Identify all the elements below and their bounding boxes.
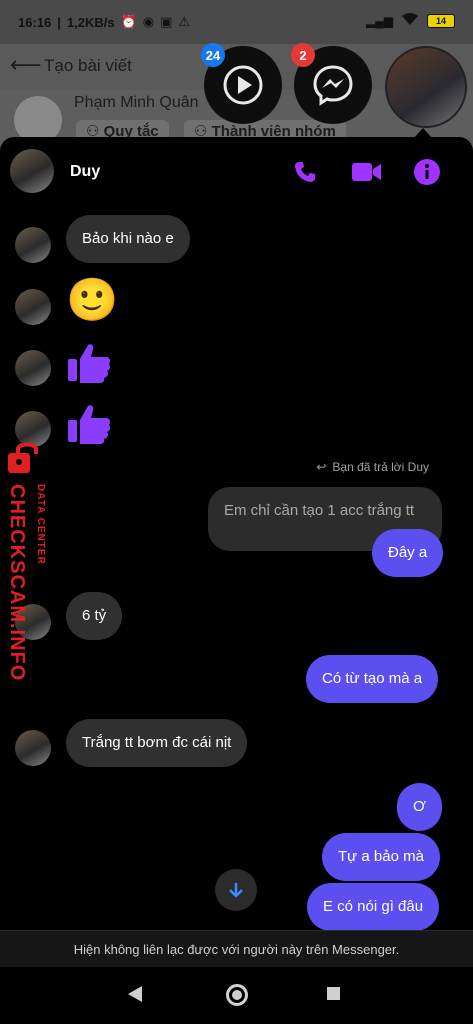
messenger-icon: [313, 65, 353, 106]
reply-note-text: Bạn đã trả lời Duy: [332, 460, 429, 474]
notification-badge: 2: [291, 43, 315, 67]
thumbs-up-icon[interactable]: [66, 400, 112, 451]
contact-avatar[interactable]: [10, 149, 54, 193]
reply-indicator: ↩ Bạn đã trả lời Duy: [316, 460, 429, 474]
contact-avatar: [15, 289, 51, 325]
message-bubble-outgoing[interactable]: E có nói gì đâu: [307, 883, 440, 931]
message-bubble-outgoing[interactable]: Có từ tạo mà a: [306, 655, 439, 703]
mi-icon: ▣: [160, 14, 173, 29]
watermark: CHECKSCAM.INFO DATA CENTER: [2, 440, 52, 681]
reply-icon: ↩: [316, 460, 327, 474]
arrow-left-icon[interactable]: ⟵: [10, 52, 42, 78]
messenger-chat-head[interactable]: 2: [291, 43, 372, 124]
message-bubble-outgoing[interactable]: Đây a: [372, 529, 444, 577]
wifi-icon: [401, 12, 419, 29]
navigation-bar: [0, 967, 473, 1024]
contact-avatar: [15, 730, 51, 766]
status-left: 16:16 | 1,2KB/s ⏰ ◉ ▣ ⚠: [18, 14, 191, 30]
warning-icon: ⚠: [178, 14, 191, 29]
chat-panel: Duy Bảo khi nào e 🙂 ↩ Bạn đã trả lời Duy…: [0, 137, 473, 967]
contact-name[interactable]: Duy: [70, 163, 100, 181]
arrow-down-icon: [229, 883, 243, 898]
video-camera-icon[interactable]: [352, 157, 382, 187]
watermark-subtitle: DATA CENTER: [35, 484, 46, 565]
page-title: Tạo bài viết: [44, 56, 132, 75]
contact-avatar: [15, 227, 51, 263]
play-icon: [223, 65, 263, 105]
unreachable-notice: Hiện không liên lạc được với người này t…: [0, 930, 473, 968]
alarm-icon: ⏰: [120, 14, 137, 29]
status-time: 16:16: [18, 14, 52, 30]
watermark-brand: CHECKSCAM.INFO: [6, 484, 28, 682]
battery-icon: 14: [427, 13, 455, 28]
author-name: Phạm Minh Quân: [74, 94, 199, 111]
message-bubble-outgoing[interactable]: Ơ: [397, 783, 442, 831]
status-right: ▂▄▆ 14: [366, 12, 455, 29]
scroll-to-bottom-button[interactable]: [215, 869, 257, 911]
video-chat-head[interactable]: 24: [201, 43, 282, 124]
message-bubble-incoming[interactable]: Trắng tt bơm đc cái nịt: [66, 719, 248, 767]
emoji-message[interactable]: 🙂: [66, 277, 118, 323]
chat-header: Duy: [0, 137, 473, 207]
message-bubble-incoming[interactable]: 6 tỷ: [66, 592, 123, 640]
phone-icon[interactable]: [290, 157, 320, 187]
back-icon[interactable]: [128, 986, 142, 1002]
home-icon[interactable]: [226, 984, 248, 1006]
recent-apps-icon[interactable]: [327, 987, 340, 1000]
contact-avatar: [15, 350, 51, 386]
messenger-notif-icon: ◉: [142, 14, 155, 29]
network-speed: 1,2KB/s: [66, 14, 115, 30]
thumbs-up-icon[interactable]: [66, 339, 112, 390]
status-bar: 16:16 | 1,2KB/s ⏰ ◉ ▣ ⚠ ▂▄▆ 14: [0, 0, 473, 44]
message-bubble-incoming[interactable]: Bảo khi nào e: [66, 215, 190, 263]
lock-icon: [8, 442, 38, 473]
signal-icon: ▂▄▆: [366, 13, 393, 28]
notification-badge: 24: [201, 43, 225, 67]
message-bubble-outgoing[interactable]: Tự a bảo mà: [322, 833, 440, 881]
contact-chat-head[interactable]: [385, 46, 467, 128]
info-icon[interactable]: [412, 157, 442, 187]
